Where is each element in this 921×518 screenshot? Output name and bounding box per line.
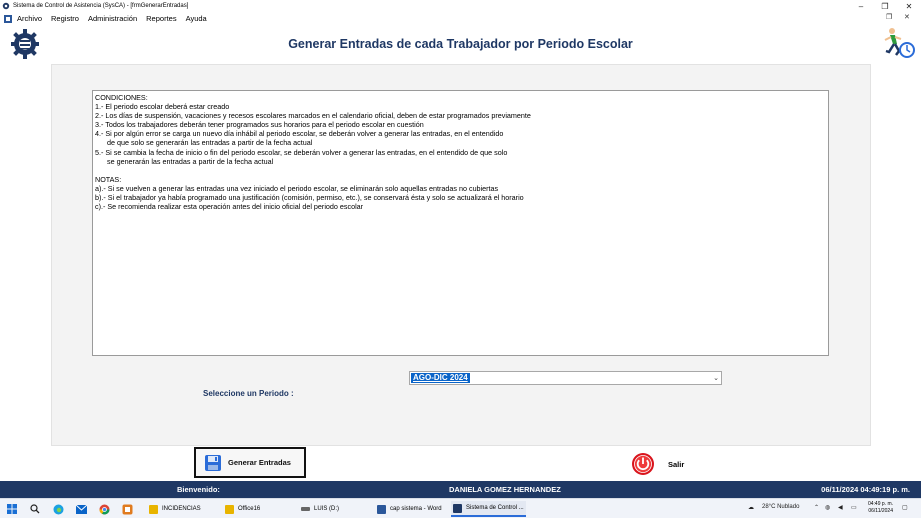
welcome-label: Bienvenido: bbox=[177, 485, 220, 494]
menu-registro[interactable]: Registro bbox=[51, 14, 79, 23]
drive-icon bbox=[301, 507, 310, 511]
menu-ayuda[interactable]: Ayuda bbox=[186, 14, 207, 23]
folder-icon bbox=[149, 504, 158, 514]
minimize-icon[interactable]: – bbox=[850, 0, 872, 12]
chevron-down-icon[interactable]: ⌄ bbox=[713, 374, 719, 382]
periodo-dropdown[interactable]: AGO-DIC 2024 ⌄ bbox=[409, 371, 722, 385]
word-icon bbox=[377, 504, 386, 514]
taskbar-app-drive[interactable]: LUIS (D:) bbox=[299, 501, 371, 517]
menu-archivo[interactable]: Archivo bbox=[17, 14, 42, 23]
weather-icon[interactable]: ☁ bbox=[748, 504, 754, 511]
battery-icon[interactable]: ▭ bbox=[851, 504, 857, 511]
child-restore-icon[interactable]: ❐ bbox=[886, 13, 892, 21]
close-icon[interactable]: ✕ bbox=[898, 0, 920, 12]
chrome-browser-icon[interactable] bbox=[98, 503, 110, 515]
mail-icon[interactable] bbox=[75, 503, 87, 515]
page-title: Generar Entradas de cada Trabajador por … bbox=[288, 37, 633, 51]
taskbar-app-label: LUIS (D:) bbox=[314, 506, 340, 512]
taskbar-app-sysca[interactable]: Sistema de Control ... bbox=[451, 501, 526, 517]
clock-time: 04:49 p. m. bbox=[867, 501, 893, 507]
window-title-bar: Sistema de Control de Asistencia (SysCA)… bbox=[0, 0, 921, 12]
taskbar-app-word[interactable]: cap sistema - Word bbox=[375, 501, 447, 517]
taskbar-app-incidencias[interactable]: INCIDENCIAS bbox=[147, 501, 219, 517]
notification-icon[interactable]: ▢ bbox=[902, 504, 908, 511]
menu-administracion[interactable]: Administración bbox=[88, 14, 137, 23]
search-icon[interactable] bbox=[29, 503, 41, 515]
main-panel: CONDICIONES: 1.- El periodo escolar debe… bbox=[51, 64, 871, 446]
menu-bar: Archivo Registro Administración Reportes… bbox=[0, 12, 921, 25]
network-icon[interactable]: ◍ bbox=[825, 504, 830, 511]
periodo-selected-value: AGO-DIC 2024 bbox=[411, 373, 470, 383]
generar-entradas-label: Generar Entradas bbox=[228, 458, 291, 467]
child-window-icon[interactable] bbox=[3, 14, 13, 24]
app-icon bbox=[453, 503, 462, 513]
conditions-textbox[interactable]: CONDICIONES: 1.- El periodo escolar debe… bbox=[92, 90, 829, 356]
salir-button[interactable]: Salir bbox=[631, 452, 684, 476]
app-launcher-icon[interactable] bbox=[121, 503, 133, 515]
os-taskbar: INCIDENCIAS Office16 LUIS (D:) cap siste… bbox=[0, 498, 921, 518]
clock-date: 06/11/2024 bbox=[868, 508, 893, 514]
restore-icon[interactable]: ❐ bbox=[874, 0, 896, 12]
chevron-up-icon[interactable]: ⌃ bbox=[814, 504, 819, 511]
taskbar-app-label: Sistema de Control ... bbox=[466, 505, 524, 511]
app-icon bbox=[2, 2, 10, 10]
menu-reportes[interactable]: Reportes bbox=[146, 14, 176, 23]
power-icon bbox=[632, 453, 654, 475]
user-name: DANIELA GOMEZ HERNANDEZ bbox=[449, 485, 561, 494]
child-close-icon[interactable]: ✕ bbox=[904, 13, 910, 21]
edge-browser-icon[interactable] bbox=[52, 503, 64, 515]
periodo-label: Seleccione un Periodo : bbox=[203, 389, 294, 398]
salir-label: Salir bbox=[668, 459, 685, 469]
taskbar-app-label: INCIDENCIAS bbox=[162, 506, 201, 512]
taskbar-app-label: Office16 bbox=[238, 506, 261, 512]
speaker-icon[interactable]: ◀ bbox=[838, 504, 843, 511]
system-clock[interactable]: 04:49 p. m. 06/11/2024 bbox=[868, 501, 893, 515]
runner-clock-icon bbox=[884, 28, 915, 58]
window-title: Sistema de Control de Asistencia (SysCA)… bbox=[13, 3, 189, 9]
save-disk-icon bbox=[205, 454, 221, 471]
status-datetime: 06/11/2024 04:49:19 p. m. bbox=[821, 485, 910, 494]
taskbar-app-label: cap sistema - Word bbox=[390, 506, 442, 512]
generar-entradas-button[interactable]: Generar Entradas bbox=[194, 447, 306, 478]
windows-start-icon[interactable] bbox=[6, 503, 18, 515]
weather-text[interactable]: 28°C Nublado bbox=[762, 504, 799, 510]
status-bar: Bienvenido: DANIELA GOMEZ HERNANDEZ 06/1… bbox=[0, 481, 921, 498]
taskbar-app-office16[interactable]: Office16 bbox=[223, 501, 295, 517]
folder-icon bbox=[225, 504, 234, 514]
